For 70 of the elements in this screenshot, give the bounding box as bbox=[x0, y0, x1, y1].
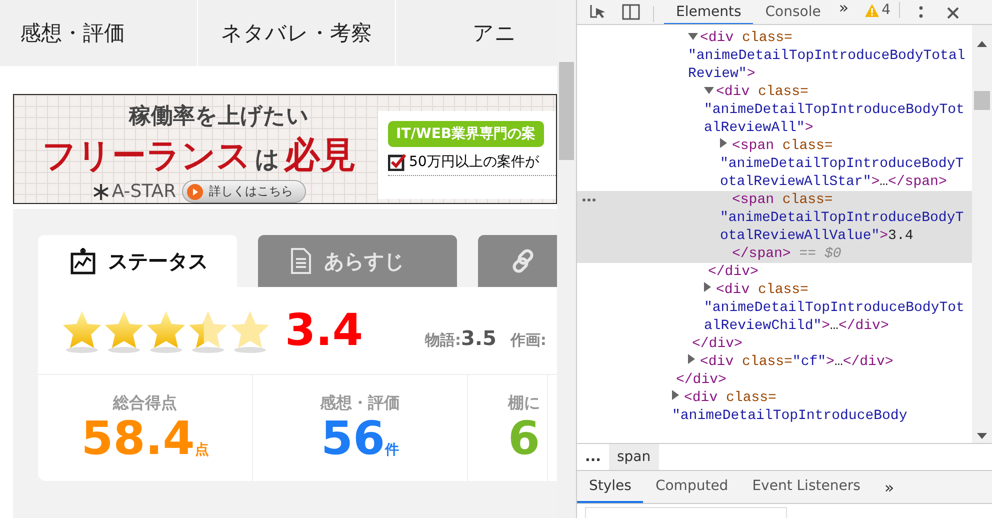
collapsed-arrow-icon[interactable] bbox=[672, 390, 679, 400]
banner-tagline: 稼働率を上げたい bbox=[129, 102, 309, 131]
devtools-tab[interactable]: Console bbox=[753, 3, 833, 24]
chain-link-icon bbox=[510, 248, 536, 274]
page-scrollbar[interactable] bbox=[557, 0, 576, 518]
dom-node-line[interactable]: <div class="animeDetailTopIntroduceBody bbox=[577, 389, 972, 425]
sub-score-label: 物語: bbox=[424, 330, 461, 348]
scrollbar-thumb[interactable] bbox=[559, 62, 574, 160]
banner-headline-particle: は bbox=[255, 144, 280, 175]
checkbox-icon bbox=[388, 153, 406, 171]
dom-node-line[interactable]: <div class="cf">…</div> bbox=[577, 353, 972, 371]
banner-badge: IT/WEB業界専門の案 bbox=[388, 121, 544, 147]
kebab-menu-icon[interactable] bbox=[918, 4, 924, 20]
dom-node-line[interactable]: <div class="animeDetailTopIntroduceBodyTotalReviewAll"> bbox=[577, 83, 972, 137]
banner-feature: 50万円以上の案件が bbox=[409, 153, 539, 171]
chart-board-icon bbox=[70, 247, 96, 275]
breadcrumb[interactable]: span bbox=[608, 444, 659, 470]
document-icon bbox=[290, 247, 312, 275]
dom-node-line[interactable]: <div class="animeDetailTopIntroduceBodyTotalReviewChild">…</div> bbox=[577, 281, 972, 335]
more-tabs-button[interactable]: » bbox=[838, 0, 849, 18]
nav-tab[interactable]: 感想・評価 bbox=[0, 0, 198, 66]
dom-node-line[interactable]: <span class="animeDetailTopIntroduceBodyTotalReviewAllStar">…</span> bbox=[577, 137, 972, 191]
collapsed-arrow-icon[interactable] bbox=[720, 138, 727, 148]
dom-closing-tag: </div> bbox=[577, 263, 972, 281]
more-tabs-button[interactable]: » bbox=[872, 471, 906, 503]
warnings-button[interactable]: 4 bbox=[864, 2, 900, 18]
asterisk-icon bbox=[92, 182, 110, 200]
stat-value: 6 bbox=[508, 414, 540, 462]
scroll-down-arrow-icon bbox=[977, 433, 987, 439]
sub-score-value: 3.5 bbox=[460, 326, 496, 350]
stat-unit: 件 bbox=[385, 441, 399, 459]
collapsed-arrow-icon[interactable] bbox=[688, 354, 695, 364]
breadcrumb[interactable]: ... bbox=[577, 444, 609, 470]
stat-label: 総合得点 bbox=[113, 393, 177, 414]
stat-label: 感想・評価 bbox=[320, 393, 400, 414]
sidebar-tab[interactable]: Computed bbox=[643, 471, 740, 503]
sidebar-tab[interactable]: Styles bbox=[577, 471, 644, 503]
devtools-tab[interactable]: Elements bbox=[664, 3, 754, 24]
console-reference: == $0 bbox=[799, 246, 842, 262]
brand-logo: A-STAR bbox=[112, 181, 176, 202]
dom-closing-tag: </div> bbox=[577, 335, 972, 353]
sidebar-tab[interactable]: Event Listeners bbox=[740, 471, 872, 503]
stat-value: 58.4 bbox=[81, 414, 195, 462]
expanded-arrow-icon[interactable] bbox=[688, 33, 698, 40]
filter-field[interactable] bbox=[585, 507, 787, 518]
close-icon[interactable] bbox=[946, 6, 960, 20]
stat-unit: 点 bbox=[194, 441, 209, 459]
details-button[interactable]: 詳しくはこちら bbox=[182, 180, 306, 203]
expanded-arrow-icon[interactable] bbox=[704, 87, 714, 94]
dom-node-line[interactable]: <span class="animeDetailTopIntroduceBodyTotalReviewAllValue">3.4 bbox=[577, 191, 972, 245]
stat-value: 56 bbox=[320, 414, 385, 462]
warning-icon bbox=[864, 4, 879, 16]
dom-closing-tag: </span> == $0 bbox=[577, 245, 972, 263]
ad-banner[interactable]: 稼働率を上げたい フリーランス は 必見 A-STAR 詳しくはこちら IT/WEB業界専門の案 50万円以上の案件が bbox=[13, 94, 557, 204]
ellipsis-icon bbox=[581, 197, 597, 203]
play-icon bbox=[187, 184, 204, 200]
banner-headline: フリーランス bbox=[42, 135, 251, 178]
scrollbar-thumb[interactable] bbox=[974, 91, 990, 110]
panel-tab[interactable]: ステータス bbox=[38, 235, 237, 287]
collapsed-arrow-icon[interactable] bbox=[704, 282, 711, 292]
sub-score-label: 作画: bbox=[510, 330, 546, 348]
nav-tab[interactable]: ネタバレ・考察 bbox=[198, 0, 396, 66]
device-toggle-icon[interactable] bbox=[621, 4, 641, 20]
stat-label: 棚に bbox=[508, 393, 540, 414]
tree-scrollbar[interactable] bbox=[972, 25, 992, 443]
scroll-up-arrow-icon bbox=[977, 41, 987, 47]
dom-node-line[interactable]: <div class="animeDetailTopIntroduceBodyTotalReview"> bbox=[577, 29, 972, 83]
dom-closing-tag: </div> bbox=[577, 371, 972, 389]
banner-headline-accent: 必見 bbox=[284, 134, 356, 178]
rating-score: 3.4 bbox=[285, 305, 363, 356]
